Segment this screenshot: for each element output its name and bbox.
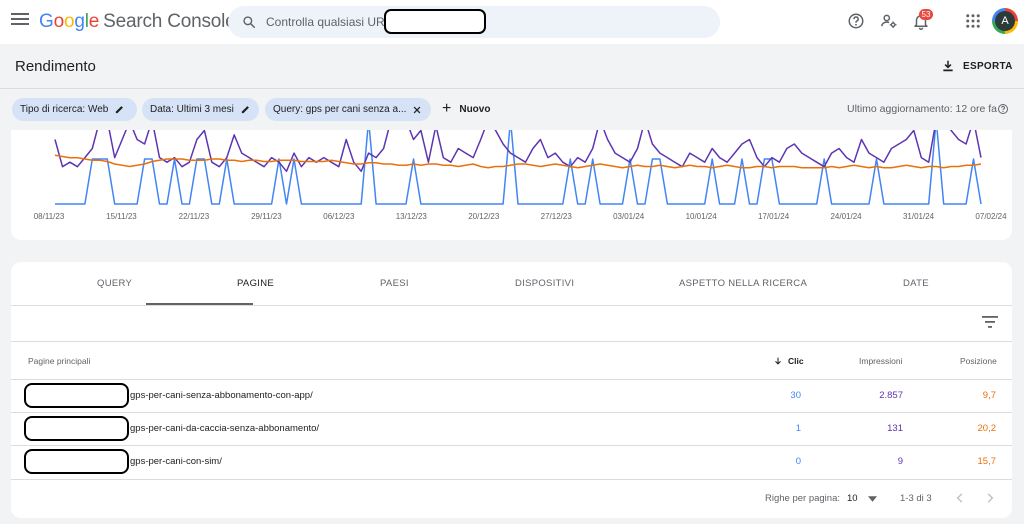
dimension-tabs: QUERY PAGINE PAESI DISPOSITIVI ASPETTO N… <box>11 262 1012 306</box>
x-tick-label: 20/12/23 <box>468 212 500 221</box>
row-clicks: 30 <box>790 390 801 401</box>
chip-label: Tipo di ricerca: Web <box>20 104 109 115</box>
column-header-impressions[interactable]: Impressioni <box>859 356 902 366</box>
filter-chip-query[interactable]: Query: gps per cani senza a... <box>265 98 431 121</box>
apps-grid-icon[interactable] <box>964 12 982 30</box>
row-impressions: 2.857 <box>879 390 903 401</box>
column-header-clicks[interactable]: Clic <box>773 356 804 366</box>
row-clicks: 1 <box>795 423 801 434</box>
download-icon <box>943 60 953 72</box>
row-position: 9,7 <box>982 390 996 401</box>
top-bar: GoogleSearch Console 53 A <box>0 0 1024 44</box>
pagination-range: 1-3 di 3 <box>900 493 932 504</box>
column-header-position[interactable]: Posizione <box>960 356 997 366</box>
tab-query[interactable]: QUERY <box>97 278 132 289</box>
active-tab-indicator <box>146 303 253 305</box>
logo-letter: o <box>53 11 65 32</box>
caret-down-icon[interactable] <box>868 496 877 502</box>
last-update-text: Ultimo aggiornamento: 12 ore fa <box>847 103 997 115</box>
tab-pages[interactable]: PAGINE <box>237 278 274 289</box>
row-impressions: 9 <box>897 456 903 467</box>
logo-letter: G <box>39 11 54 32</box>
new-filter-label: Nuovo <box>459 103 491 115</box>
export-label: ESPORTA <box>963 60 1013 72</box>
tab-dates[interactable]: DATE <box>903 278 929 289</box>
chip-label: Query: gps per cani senza a... <box>273 104 407 115</box>
x-tick-label: 06/12/23 <box>323 212 355 221</box>
table-footer-divider <box>11 479 1012 480</box>
close-icon[interactable] <box>412 105 422 115</box>
filter-chip-search-type[interactable]: Tipo di ricerca: Web <box>12 98 137 121</box>
new-filter-button[interactable]: + Nuovo <box>442 101 490 117</box>
help-icon[interactable] <box>847 12 865 30</box>
tab-search-appearance[interactable]: ASPETTO NELLA RICERCA <box>679 278 807 289</box>
x-tick-label: 22/11/23 <box>178 212 210 221</box>
clicks-header-label: Clic <box>788 356 804 366</box>
filter-rows-icon[interactable] <box>982 316 998 328</box>
x-tick-label: 03/01/24 <box>613 212 645 221</box>
table-row[interactable]: gps-per-cani-senza-abbonamento-con-app/ … <box>11 379 1012 412</box>
x-tick-label: 13/12/23 <box>395 212 427 221</box>
main-menu-icon[interactable] <box>11 13 29 29</box>
row-clicks: 0 <box>795 456 801 467</box>
row-position: 15,7 <box>977 456 997 467</box>
rows-per-page-label: Righe per pagina: <box>765 493 840 504</box>
chip-label: Data: Ultimi 3 mesi <box>150 104 234 115</box>
edit-pencil-icon[interactable] <box>114 104 125 115</box>
edit-pencil-icon[interactable] <box>240 104 251 115</box>
x-tick-label: 24/01/24 <box>830 212 862 221</box>
table-row[interactable]: gps-per-cani-da-caccia-senza-abbonamento… <box>11 412 1012 445</box>
url-inspection-search[interactable] <box>228 6 720 38</box>
page-path[interactable]: gps-per-cani-con-sim/ <box>130 456 222 467</box>
rows-per-page-select[interactable]: 10 <box>847 493 858 504</box>
data-table-card: QUERY PAGINE PAESI DISPOSITIVI ASPETTO N… <box>11 262 1012 518</box>
users-settings-icon[interactable] <box>880 12 898 30</box>
help-icon[interactable] <box>997 103 1009 115</box>
performance-chart-card: 08/11/23 15/11/23 22/11/23 29/11/23 06/12/23… <box>11 130 1012 240</box>
x-tick-label: 07/02/24 <box>975 212 1007 221</box>
notifications-count-badge: 53 <box>919 9 933 20</box>
redacted-domain-box <box>24 416 129 441</box>
chevron-right-icon[interactable] <box>983 491 997 505</box>
url-inspection-input[interactable] <box>266 6 706 38</box>
redacted-domain-box <box>24 449 129 474</box>
tab-devices[interactable]: DISPOSITIVI <box>515 278 574 289</box>
table-row[interactable]: gps-per-cani-con-sim/ 0 9 15,7 <box>11 445 1012 478</box>
plus-icon: + <box>442 100 452 117</box>
table-top-divider <box>11 341 1012 342</box>
chart-series-line <box>54 130 982 173</box>
chevron-left-icon[interactable] <box>953 491 967 505</box>
redacted-url-box <box>384 9 486 34</box>
x-tick-label: 27/12/23 <box>540 212 572 221</box>
row-impressions: 131 <box>887 423 903 434</box>
account-avatar[interactable]: A <box>992 8 1018 34</box>
google-search-console-logo[interactable]: Google Search Console <box>39 11 236 33</box>
export-button[interactable]: ESPORTA <box>941 57 1013 75</box>
x-tick-label: 08/11/23 <box>33 212 65 221</box>
x-tick-label: 10/01/24 <box>685 212 717 221</box>
logo-letter: g <box>74 11 85 32</box>
page-path[interactable]: gps-per-cani-senza-abbonamento-con-app/ <box>130 390 313 401</box>
filter-chip-date[interactable]: Data: Ultimi 3 mesi <box>142 98 259 121</box>
row-position: 20,2 <box>977 423 997 434</box>
x-tick-label: 29/11/23 <box>251 212 282 221</box>
avatar-letter: A <box>995 11 1015 31</box>
tab-countries[interactable]: PAESI <box>380 278 409 289</box>
column-header-pages: Pagine principali <box>28 356 91 366</box>
page-title: Rendimento <box>15 58 96 75</box>
header-divider <box>0 88 1024 89</box>
logo-letter: o <box>63 11 75 32</box>
logo-letter: e <box>88 11 100 32</box>
page-path[interactable]: gps-per-cani-da-caccia-senza-abbonamento… <box>130 423 319 434</box>
x-tick-label: 31/01/24 <box>902 212 935 221</box>
product-name: Search Console <box>103 11 236 32</box>
x-tick-label: 15/11/23 <box>106 212 137 221</box>
performance-chart[interactable] <box>11 130 1012 240</box>
x-tick-label: 17/01/24 <box>758 212 790 221</box>
redacted-domain-box <box>24 383 129 408</box>
search-icon <box>243 16 256 29</box>
sort-arrow-down-icon <box>775 357 781 365</box>
